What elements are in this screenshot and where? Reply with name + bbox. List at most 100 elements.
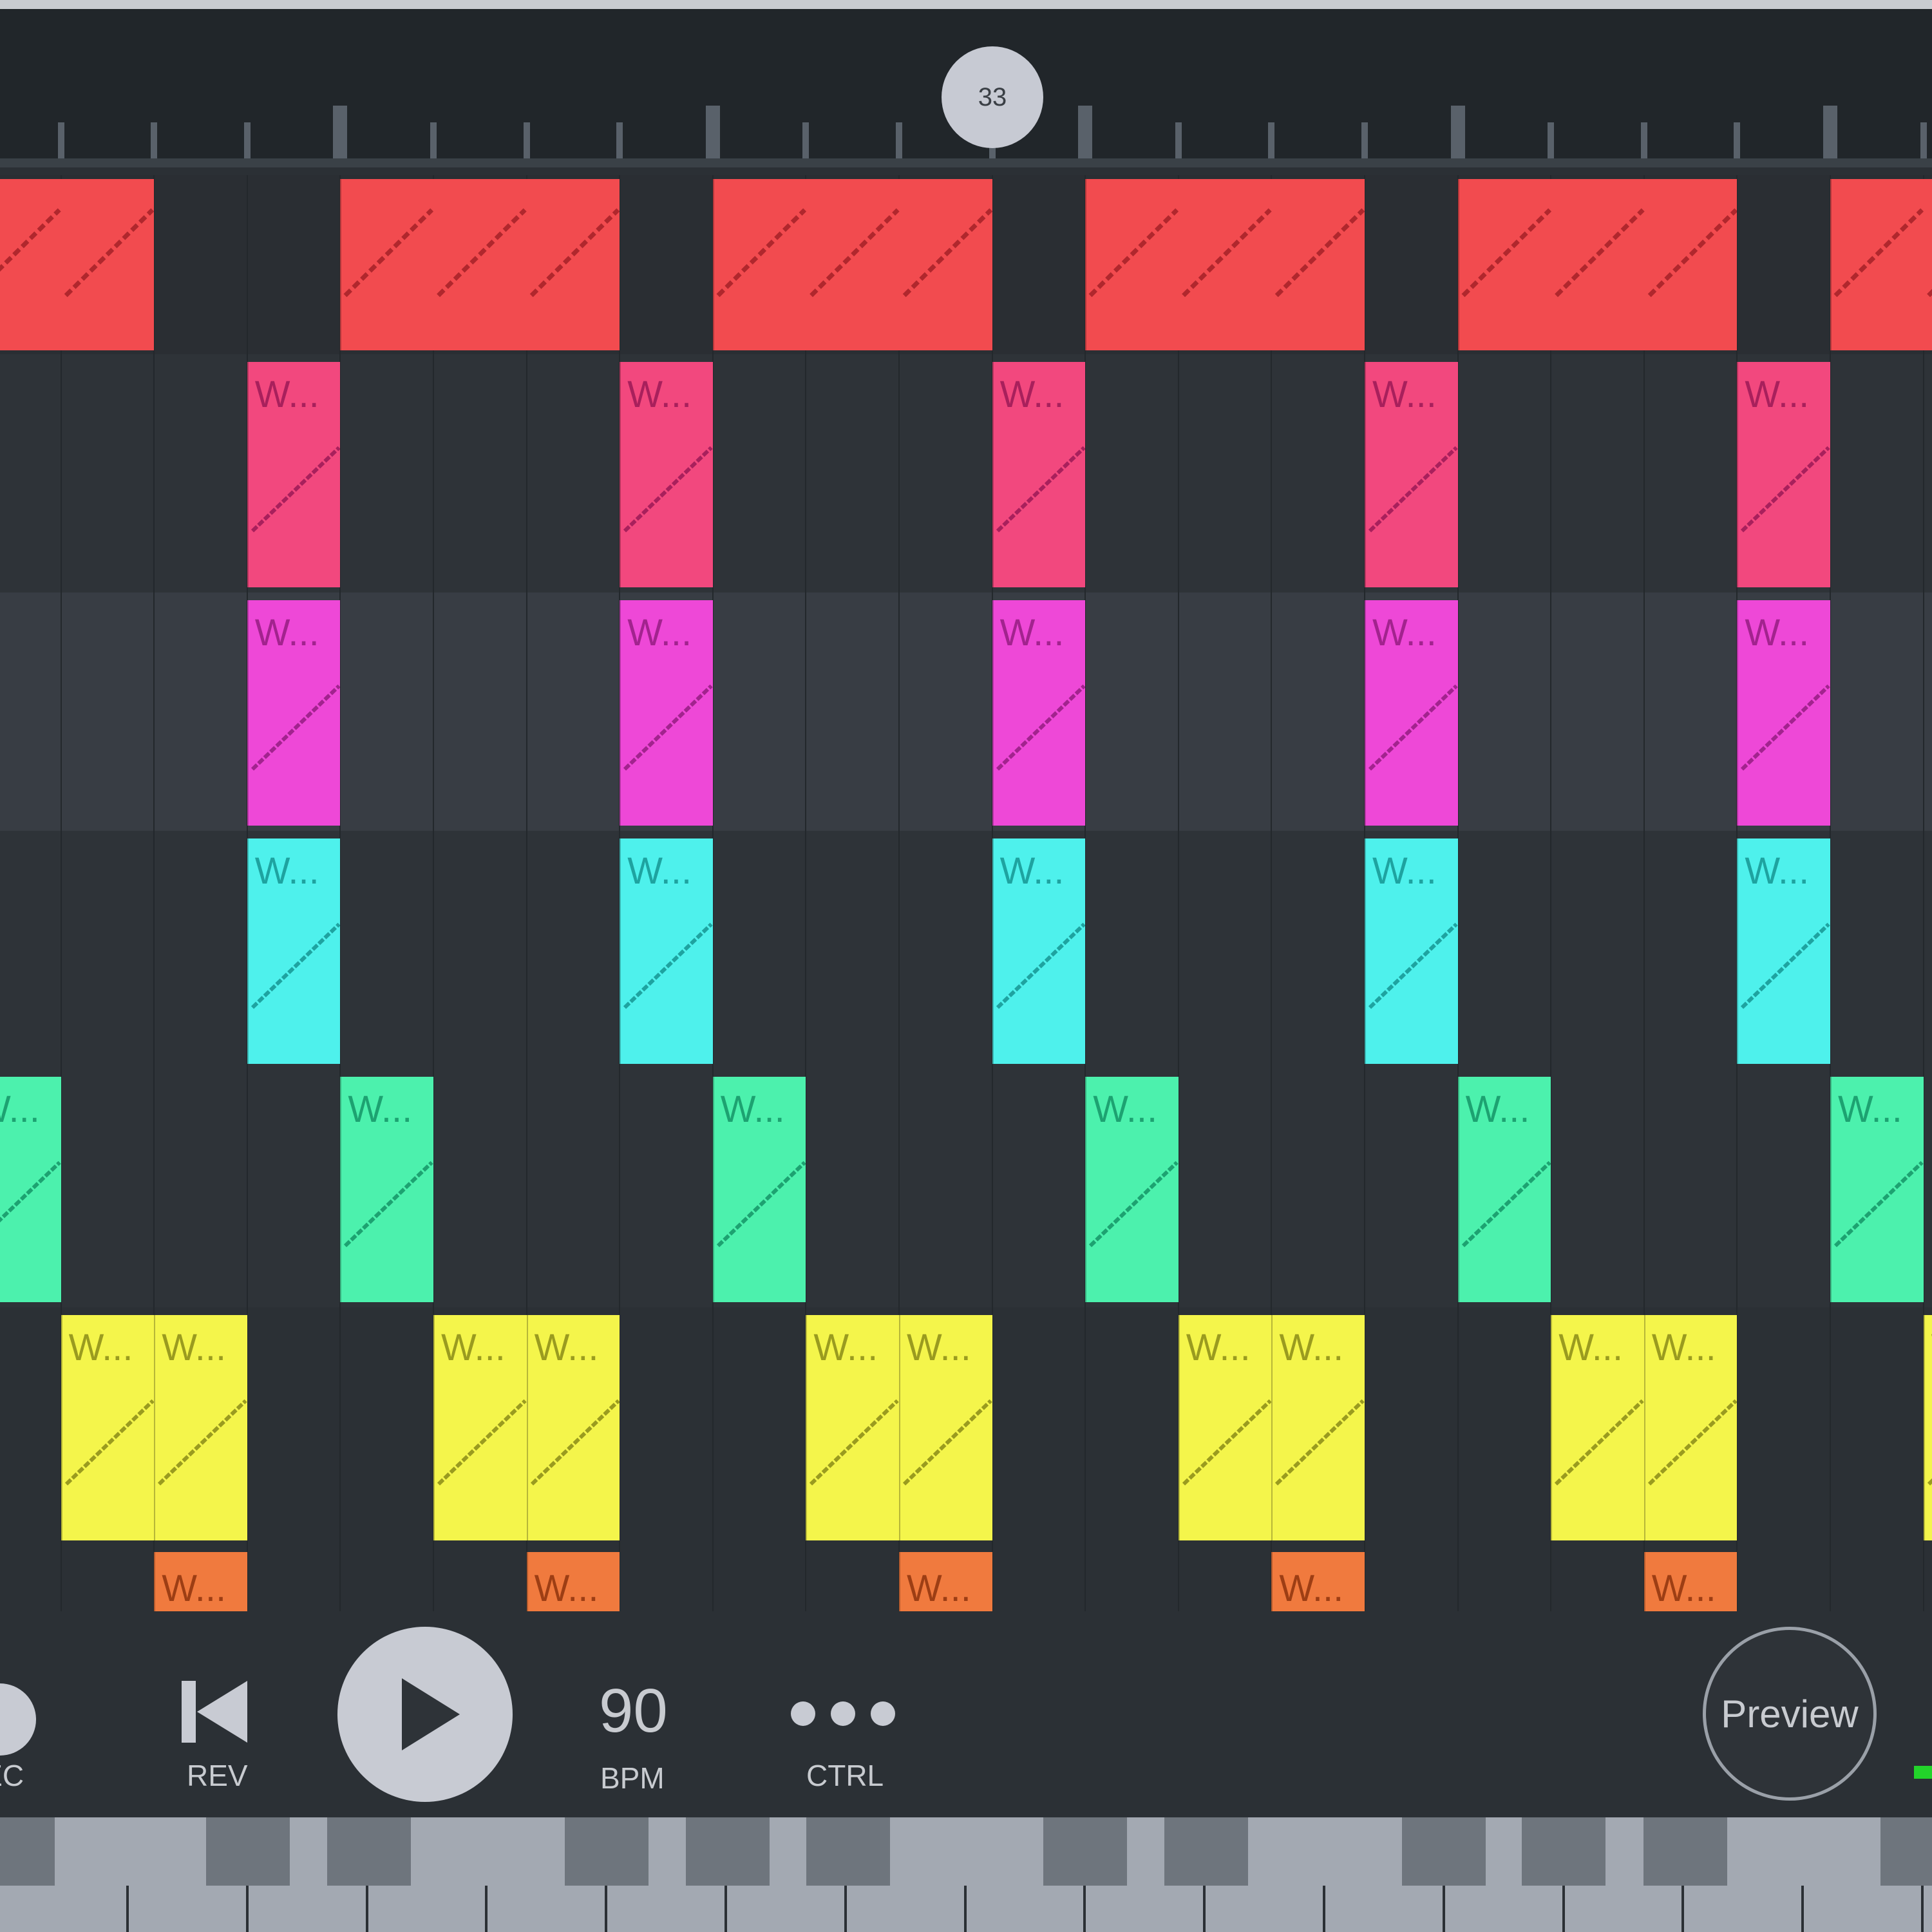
pattern-clip[interactable]: W... [0,1077,61,1302]
black-key[interactable] [565,1817,649,1886]
pattern-clip[interactable]: W... [1737,362,1830,587]
pattern-clip[interactable]: W... [992,838,1086,1064]
playhead-marker[interactable]: 33 [942,46,1043,148]
grid-line [991,1069,993,1307]
pattern-clip[interactable]: W... [1737,600,1830,826]
preview-button[interactable]: Preview [1703,1627,1877,1801]
lane-green-track[interactable]: W... W... W... W... W... W... [0,1069,1932,1307]
black-key[interactable] [327,1817,411,1886]
pattern-clip[interactable]: W... [620,838,713,1064]
ruler-tick-minor [1175,122,1182,158]
clip-name: W... [1279,1327,1344,1368]
note-pattern [1461,208,1738,298]
grid-line [1177,354,1179,592]
pattern-clip[interactable]: W... [154,1552,247,1611]
pattern-clip[interactable] [340,179,620,350]
pattern-clip[interactable]: W... [806,1315,899,1540]
grid-line [246,175,248,354]
grid-line [339,1307,341,1546]
pattern-clip[interactable]: W... [247,600,341,826]
lane-magenta-track[interactable]: W... W... W... W... W... [0,592,1932,831]
grid-line [805,1546,807,1611]
lane-yellow-track[interactable]: W... W... W... W... W... W... W... W... W... W...… [0,1307,1932,1546]
pattern-clip[interactable]: W... [1271,1552,1365,1611]
lane-pink-track[interactable]: W... W... W... W... W... [0,354,1932,592]
grid-line [1364,1069,1365,1307]
pattern-clip[interactable]: W... [61,1315,155,1540]
clip-name: W... [1465,1088,1530,1130]
playlist-grid[interactable]: W... W... W... W... W... W... W... W... W... W...… [0,175,1932,1611]
rev-label: REV [187,1759,248,1792]
pattern-clip[interactable] [712,179,992,350]
lane-orange-track[interactable]: W... W... W... W... W... [0,1546,1932,1611]
pattern-clip[interactable]: W... [154,1315,247,1540]
play-button[interactable] [337,1627,513,1802]
black-key[interactable] [1043,1817,1127,1886]
pattern-clip[interactable]: W... [899,1552,992,1611]
grid-line [1457,1307,1459,1546]
black-key[interactable] [806,1817,890,1886]
pattern-clip[interactable]: W... [526,1315,620,1540]
pattern-clip[interactable]: W... [712,1077,806,1302]
grid-line [1271,354,1273,592]
ctrl-button[interactable] [779,1682,908,1747]
note-pattern [343,208,620,298]
pattern-clip[interactable] [0,179,155,350]
black-key[interactable] [1164,1817,1248,1886]
pattern-clip[interactable]: W... [1457,1077,1551,1302]
pattern-clip[interactable]: W... [1365,362,1458,587]
black-key[interactable] [0,1817,55,1886]
tempo-value[interactable]: 90 [599,1676,668,1747]
black-key[interactable] [206,1817,290,1886]
pattern-clip[interactable] [1457,179,1738,350]
pattern-clip[interactable]: W... [1830,1077,1924,1302]
pattern-clip[interactable]: W... [247,362,341,587]
pattern-clip[interactable]: W... [247,838,341,1064]
black-key[interactable] [1402,1817,1486,1886]
pattern-clip[interactable]: W... [899,1315,992,1540]
rewind-button[interactable] [175,1680,252,1744]
pattern-clip[interactable]: W... [1923,1315,1932,1540]
grid-line [1550,354,1552,592]
lane-red-track[interactable] [0,175,1932,354]
pattern-clip[interactable]: W... [1365,600,1458,826]
pattern-clip[interactable]: W... [1643,1315,1738,1540]
pattern-clip[interactable]: W... [1085,1077,1179,1302]
pattern-clip[interactable]: W... [1178,1315,1272,1540]
black-key[interactable] [1643,1817,1727,1886]
fl-studio-mobile: 33 W... W... W... W... W... W... W... W... W... W… [0,0,1932,1932]
skip-back-icon [182,1681,247,1743]
black-key[interactable] [686,1817,770,1886]
pattern-clip[interactable]: W... [620,362,713,587]
black-key[interactable] [1522,1817,1605,1886]
pattern-clip[interactable] [1085,179,1365,350]
piano-keyboard[interactable] [0,1817,1932,1932]
pattern-clip[interactable] [1830,179,1932,350]
clip-name: W... [627,374,692,415]
pattern-clip[interactable]: W... [526,1552,620,1611]
black-key[interactable] [1880,1817,1932,1886]
timeline-ruler[interactable]: 33 [0,9,1932,167]
level-meter [1914,1766,1932,1779]
grid-line [60,1546,62,1611]
pattern-clip[interactable]: W... [1737,838,1830,1064]
grid-line [1271,831,1273,1069]
ruler-tick-minor [1920,122,1927,158]
ruler-tick-minor [1361,122,1368,158]
pattern-clip[interactable]: W... [1551,1315,1644,1540]
pattern-clip[interactable]: W... [1271,1315,1365,1540]
pattern-clip[interactable]: W... [1643,1552,1738,1611]
pattern-clip[interactable]: W... [1365,838,1458,1064]
white-key-edge [1323,1886,1325,1932]
pattern-clip[interactable]: W... [620,600,713,826]
pattern-clip[interactable]: W... [992,600,1086,826]
record-button[interactable] [0,1683,36,1756]
ctrl-label: CTRL [806,1759,884,1792]
pattern-clip[interactable]: W... [433,1315,527,1540]
pattern-clip[interactable]: W... [340,1077,433,1302]
note-pattern [0,208,155,298]
pattern-clip[interactable]: W... [992,362,1086,587]
grid-line [1550,831,1552,1069]
bpm-label: BPM [600,1761,665,1795]
lane-cyan-track[interactable]: W... W... W... W... W... [0,831,1932,1069]
